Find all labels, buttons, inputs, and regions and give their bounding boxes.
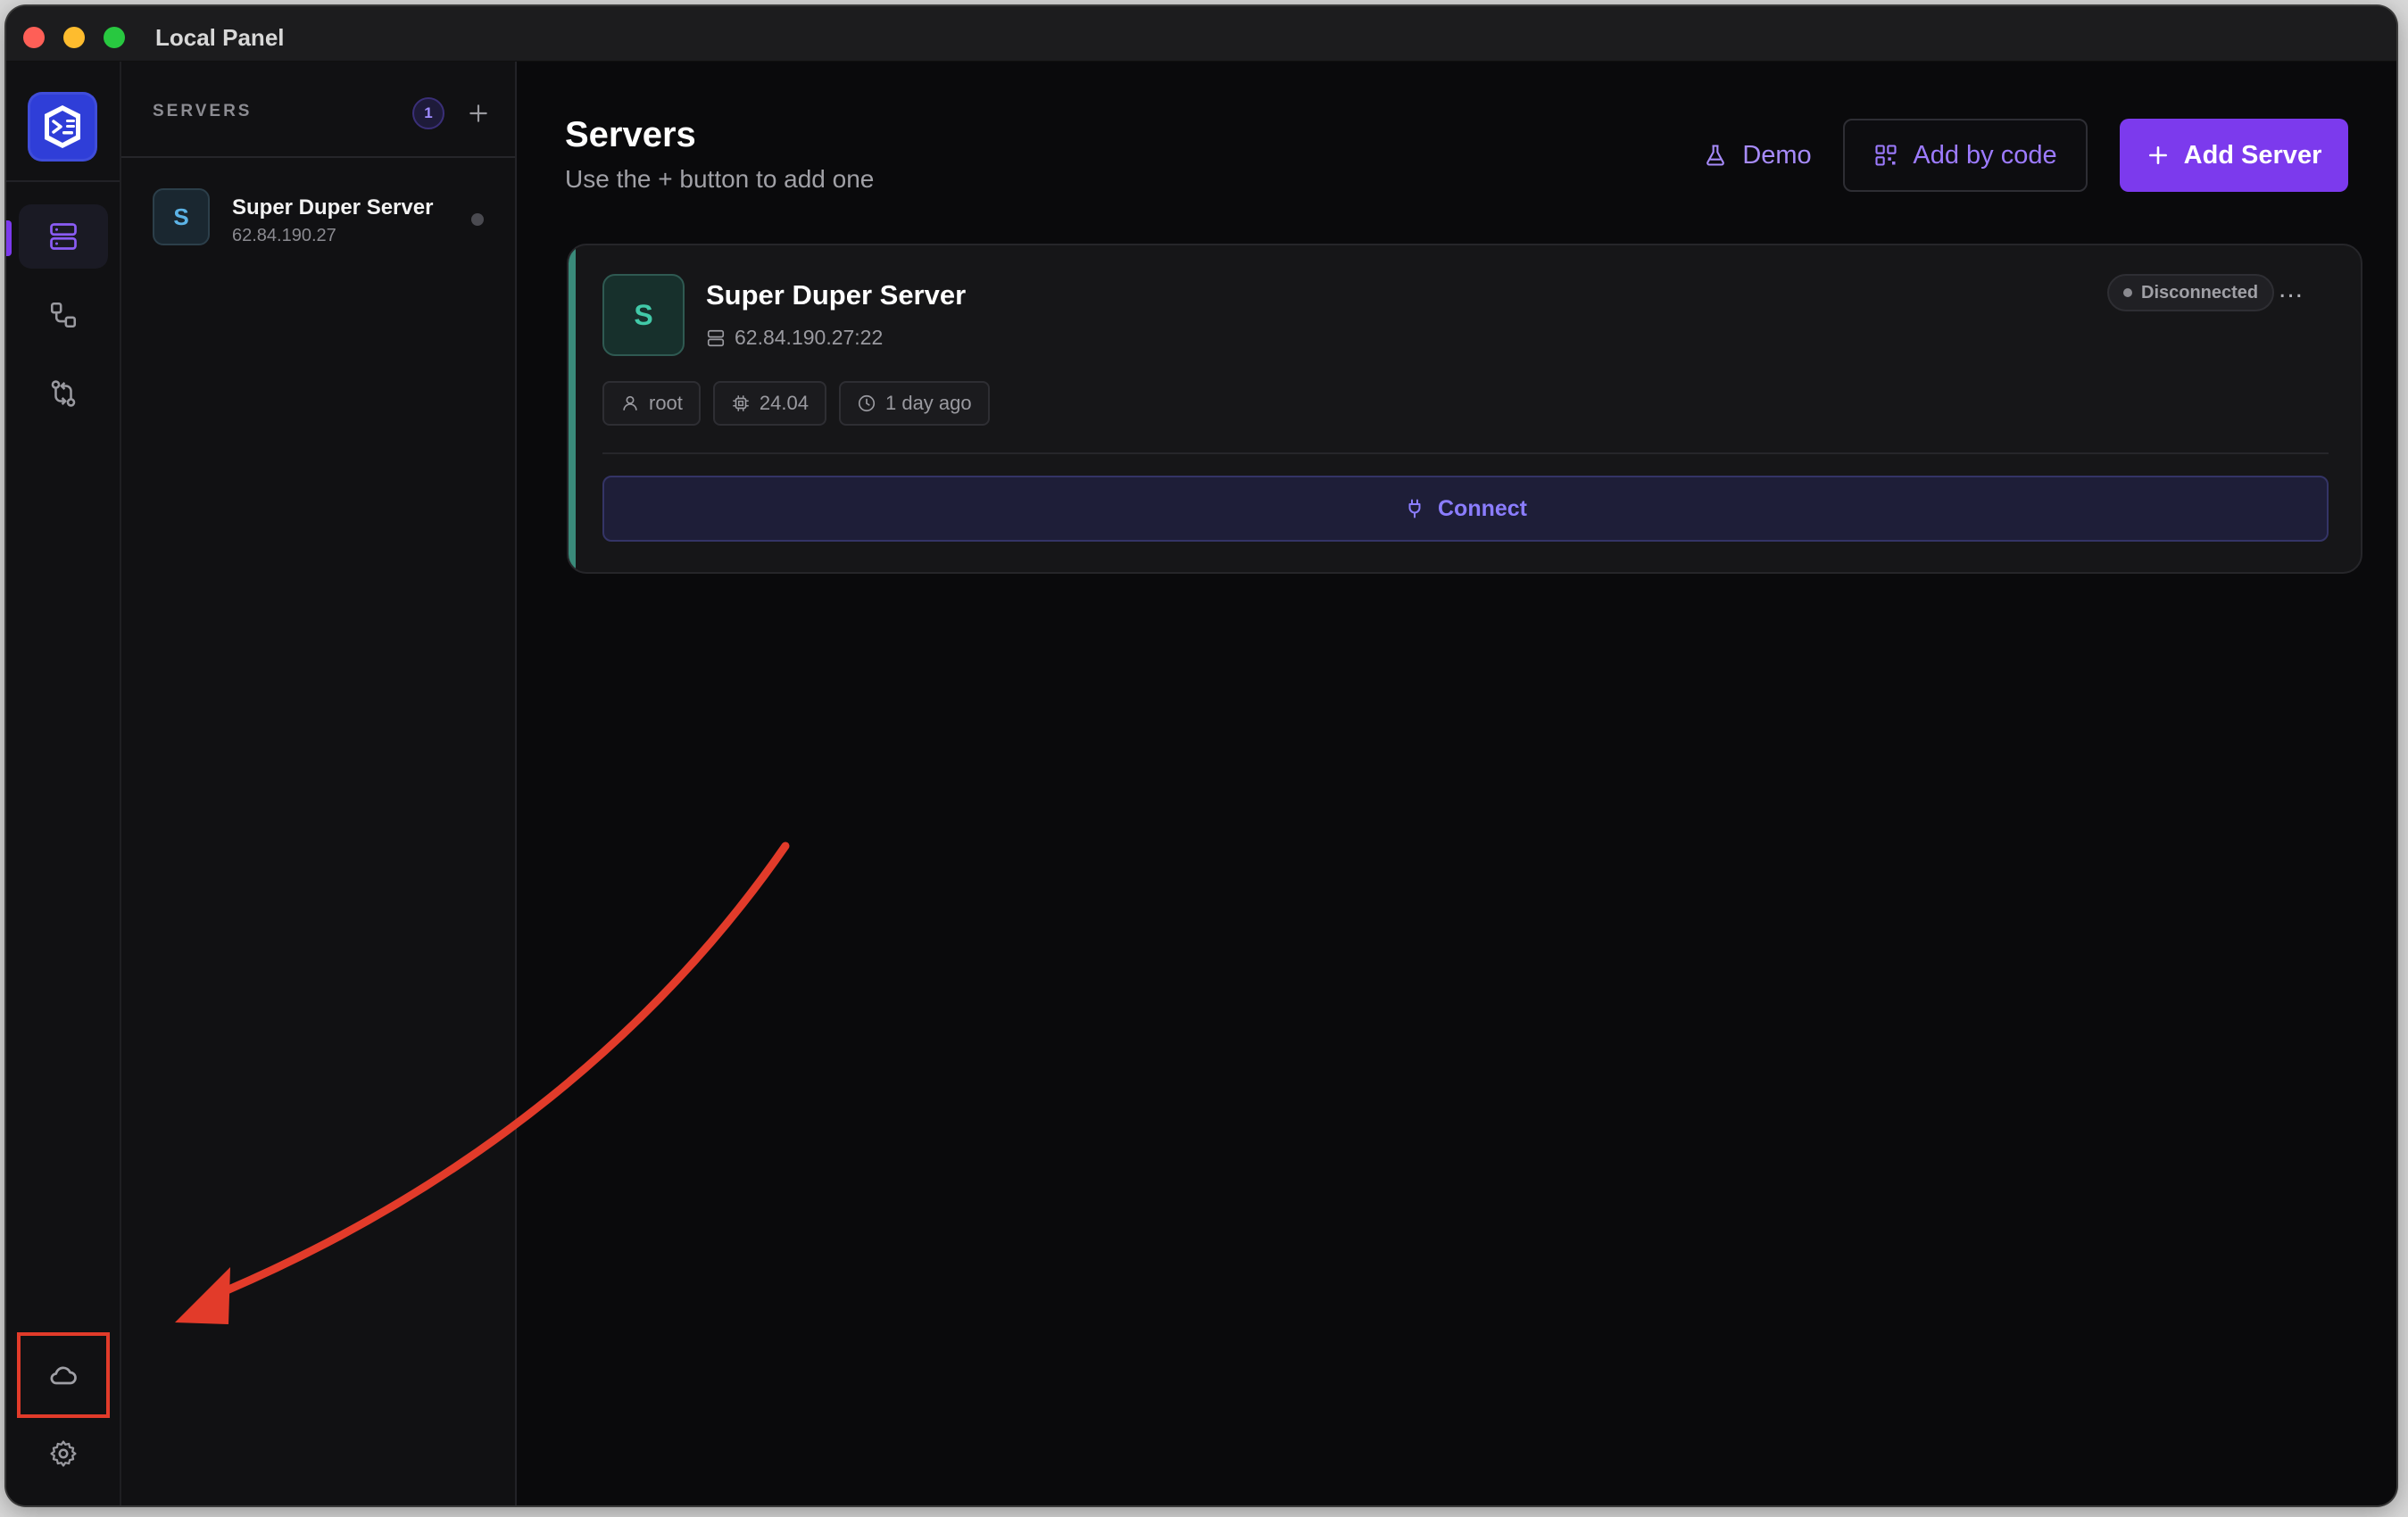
plus-icon [469,104,487,122]
server-list-header: SERVERS 1 [121,62,515,158]
user-chip-text: root [649,392,683,414]
server-card-address-text: 62.84.190.27:22 [735,326,884,349]
os-version-chip: 24.04 [712,381,826,426]
add-server-plus-button[interactable] [461,95,496,131]
rail-item-connections[interactable] [19,283,108,347]
card-accent-bar [569,245,576,572]
connect-label: Connect [1438,495,1527,521]
server-card: S Super Duper Server 62.84.190.27:22 Dis… [567,244,2362,574]
connect-button[interactable]: Connect [602,476,2329,542]
rail-item-settings[interactable] [19,1422,108,1486]
main-content: Servers Use the + button to add one Demo… [517,62,2396,1505]
status-dot [2123,288,2132,297]
last-seen-chip: 1 day ago [838,381,990,426]
clock-icon [858,394,876,412]
demo-label: Demo [1742,140,1812,170]
cpu-icon [733,395,749,411]
gear-icon [50,1440,77,1467]
qr-code-icon [1875,145,1897,166]
rail-divider [6,180,120,182]
add-by-code-label: Add by code [1913,140,2057,170]
add-server-label: Add Server [2183,140,2322,170]
server-list-item[interactable]: S Super Duper Server 62.84.190.27 [121,178,515,276]
server-list-panel: SERVERS 1 S Super Duper Server 62.84.190… [121,62,517,1505]
page-title: Servers [565,115,696,154]
terminal-logo-icon [45,105,80,148]
server-status-dot [471,213,484,226]
user-icon [623,395,637,410]
status-text: Disconnected [2141,282,2259,303]
rail-item-servers[interactable] [19,204,108,269]
server-ip: 62.84.190.27 [232,226,336,245]
app-logo [28,92,97,162]
maximize-window-button[interactable] [104,27,125,48]
last-seen-text: 1 day ago [884,392,972,414]
rail-item-transfers[interactable] [19,361,108,426]
os-version-text: 24.04 [759,392,809,414]
card-divider [602,452,2329,454]
app-window: Local Panel SERVERS 1 S Super Duper Serv… [6,6,2396,1505]
git-compare-icon [51,380,76,407]
server-card-chips: root 24.04 1 day ago [602,381,990,426]
icon-rail [6,62,121,1505]
page-subtitle: Use the + button to add one [565,165,875,193]
add-server-button[interactable]: Add Server [2120,119,2348,192]
server-name: Super Duper Server [232,195,434,220]
plus-icon [2148,146,2167,164]
server-list-title: SERVERS [153,102,253,120]
add-by-code-button[interactable]: Add by code [1843,119,2088,192]
status-badge: Disconnected [2107,274,2275,311]
nodes-icon [50,302,77,328]
server-icon [707,329,725,346]
plug-icon [1408,499,1421,518]
window-title: Local Panel [155,24,285,51]
server-avatar: S [153,188,210,245]
annotation-highlight-box [17,1332,110,1418]
minimize-window-button[interactable] [63,27,85,48]
server-icon [50,223,77,250]
more-options-button[interactable]: ... [2271,276,2311,308]
close-window-button[interactable] [23,27,45,48]
server-card-name: Super Duper Server [706,279,967,311]
flask-icon [1706,145,1725,166]
server-count-badge: 1 [412,97,444,129]
rail-active-indicator [6,220,12,256]
user-chip: root [602,381,701,426]
server-card-avatar: S [602,274,685,356]
demo-button[interactable]: Demo [1668,119,1847,192]
server-card-address: 62.84.190.27:22 [706,326,883,350]
title-bar: Local Panel [6,6,2396,62]
